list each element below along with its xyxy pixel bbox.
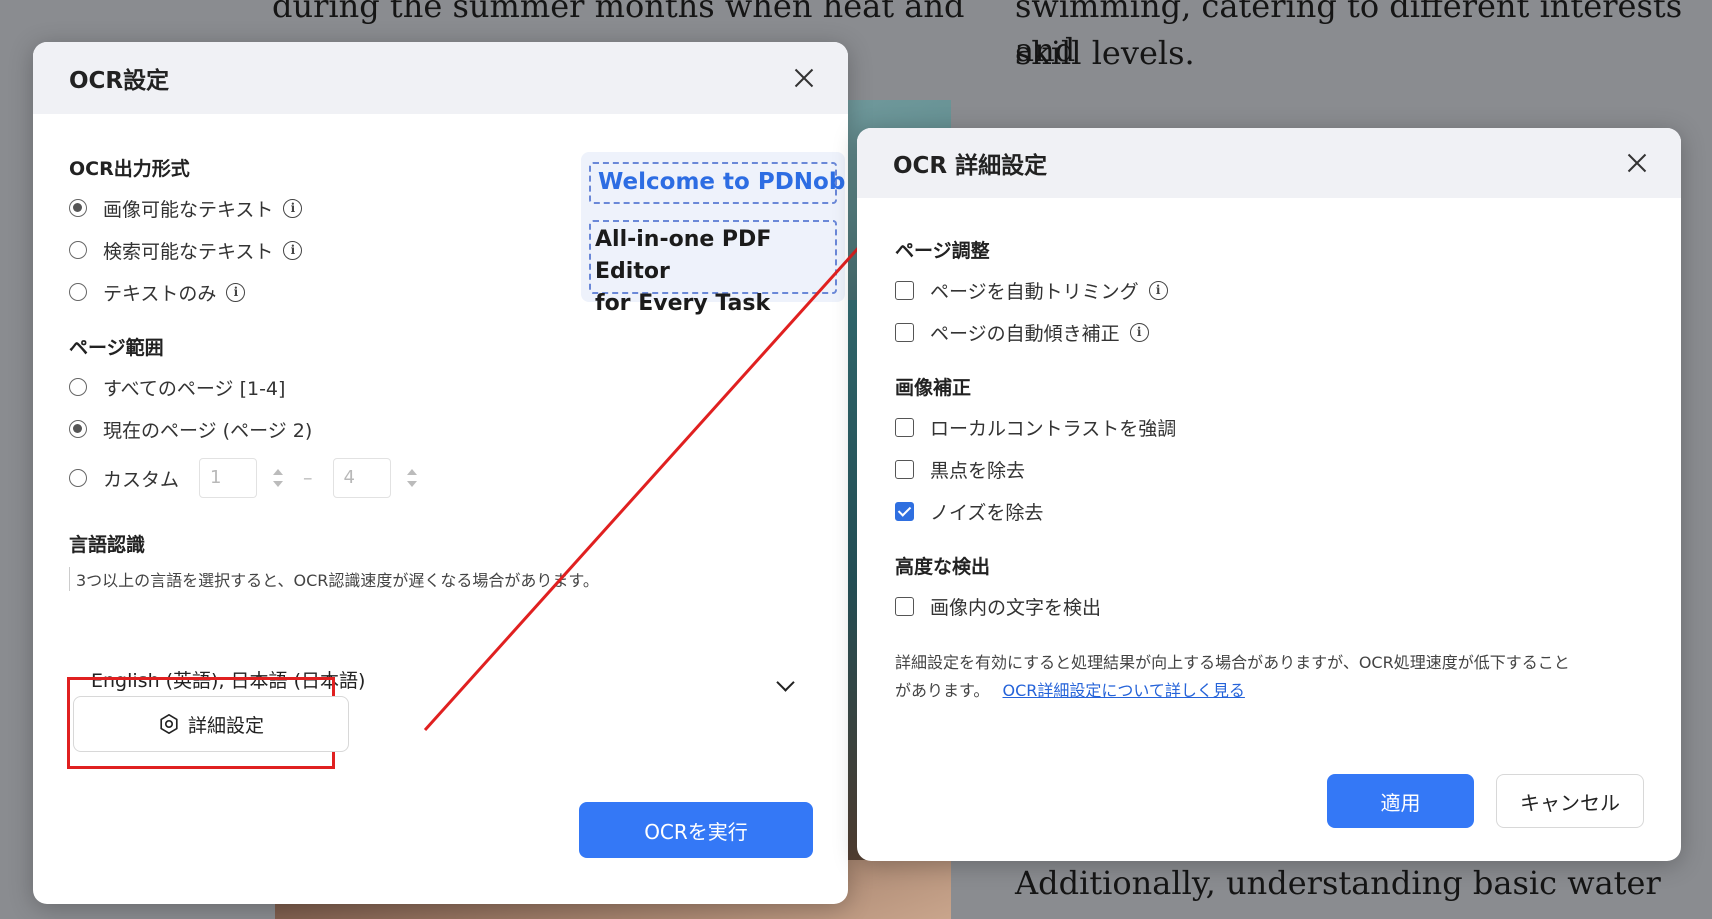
- section-title-page-range: ページ範囲: [69, 337, 164, 359]
- option-label: 黒点を除去: [930, 459, 1026, 482]
- info-icon[interactable]: i: [283, 240, 303, 260]
- dialog-title: OCR 詳細設定: [893, 153, 1048, 179]
- section-title-language: 言語認識: [69, 534, 146, 556]
- checkbox-detect-text-in-image[interactable]: 画像内の文字を検出: [895, 585, 1655, 627]
- close-icon[interactable]: [1623, 149, 1651, 177]
- radio-icon[interactable]: [69, 378, 87, 396]
- section-title-image-fix: 画像補正: [895, 377, 972, 399]
- checkbox-icon[interactable]: [895, 596, 914, 616]
- custom-from-input[interactable]: 1: [199, 458, 258, 498]
- checkbox-icon[interactable]: [895, 417, 914, 437]
- promo-welcome-box: Welcome to PDNob: [589, 162, 845, 204]
- ocr-settings-dialog: OCR設定 OCR出力形式 画像可能なテキスト i 検索可能なテキスト i テキ…: [33, 42, 848, 904]
- promo-tagline-2: for Every Task: [595, 291, 771, 316]
- info-icon[interactable]: i: [226, 282, 246, 302]
- option-label: ノイズを除去: [930, 501, 1044, 524]
- advanced-settings-button[interactable]: 詳細設定: [73, 696, 349, 752]
- run-ocr-label: OCRを実行: [644, 819, 748, 844]
- custom-to-stepper[interactable]: [406, 466, 417, 490]
- cancel-button[interactable]: キャンセル: [1496, 774, 1644, 828]
- option-label: カスタム: [103, 468, 180, 491]
- checkbox-remove-noise[interactable]: ノイズを除去: [895, 490, 1655, 532]
- ocr-advanced-dialog: OCR 詳細設定 ページ調整 ページを自動トリミング i ページの自動傾き補正 …: [857, 128, 1681, 861]
- option-label: ローカルコントラストを強調: [930, 417, 1177, 440]
- advanced-note: 詳細設定を有効にすると処理結果が向上する場合がありますが、OCR処理速度が低下す…: [895, 649, 1655, 705]
- option-label: ページの自動傾き補正: [930, 322, 1120, 345]
- language-note: 3つ以上の言語を選択すると、OCR認識速度が遅くなる場合があります。: [69, 567, 756, 591]
- learn-more-link[interactable]: OCR詳細設定について詳しく見る: [1003, 681, 1245, 700]
- checkbox-icon[interactable]: [895, 459, 914, 479]
- checkbox-local-contrast[interactable]: ローカルコントラストを強調: [895, 406, 1655, 448]
- option-label: 画像内の文字を検出: [930, 596, 1102, 619]
- section-title-page-adjust: ページ調整: [895, 240, 990, 262]
- info-icon[interactable]: i: [283, 198, 303, 218]
- gear-icon: [160, 714, 178, 734]
- radio-option-current-page[interactable]: 現在のページ (ページ 2): [69, 408, 549, 450]
- checkbox-remove-black-dots[interactable]: 黒点を除去: [895, 448, 1655, 490]
- info-icon[interactable]: i: [1129, 322, 1149, 342]
- radio-option-text-only[interactable]: テキストのみ i: [69, 271, 549, 313]
- info-icon[interactable]: i: [1148, 280, 1168, 300]
- section-title-advanced-detect: 高度な検出: [895, 556, 991, 578]
- advanced-note-line2: があります。: [895, 681, 990, 700]
- run-ocr-button[interactable]: OCRを実行: [579, 802, 813, 858]
- doc-text-line: during the summer months when heat and: [272, 0, 965, 25]
- promo-tagline-box: All-in-one PDF Editor for Every Task: [589, 220, 837, 316]
- option-label: すべてのページ [1-4]: [103, 377, 286, 400]
- promo-banner[interactable]: Welcome to PDNob All-in-one PDF Editor f…: [581, 152, 845, 316]
- checkbox-icon[interactable]: [895, 501, 914, 521]
- checkbox-icon[interactable]: [895, 280, 914, 300]
- radio-option-all-pages[interactable]: すべてのページ [1-4]: [69, 366, 549, 408]
- promo-tagline-1: All-in-one PDF Editor: [595, 227, 772, 284]
- doc-text-line: Additionally, understanding basic water: [1015, 864, 1661, 902]
- advanced-note-line1: 詳細設定を有効にすると処理結果が向上する場合がありますが、OCR処理速度が低下す…: [895, 653, 1570, 672]
- apply-button[interactable]: 適用: [1327, 774, 1474, 828]
- promo-welcome-text: Welcome to PDNob: [598, 169, 846, 195]
- radio-icon[interactable]: [69, 420, 87, 438]
- radio-icon[interactable]: [69, 199, 87, 217]
- apply-label: 適用: [1380, 790, 1421, 815]
- custom-to-input[interactable]: 4: [332, 458, 391, 498]
- dialog-header: OCR 詳細設定: [857, 128, 1681, 198]
- option-label: ページを自動トリミング: [930, 280, 1139, 303]
- custom-from-stepper[interactable]: [273, 466, 284, 490]
- radio-icon[interactable]: [69, 469, 87, 487]
- radio-icon[interactable]: [69, 241, 87, 259]
- option-label: 画像可能なテキスト: [103, 198, 274, 221]
- doc-text-line: skill levels.: [1015, 34, 1195, 72]
- advanced-note-line2-container: があります。 OCR詳細設定について詳しく見る: [895, 677, 1655, 705]
- dialog-title: OCR設定: [69, 68, 170, 94]
- radio-option-custom[interactable]: カスタム 1 – 4: [69, 450, 549, 506]
- cancel-label: キャンセル: [1520, 790, 1620, 815]
- advanced-settings-label: 詳細設定: [187, 714, 264, 737]
- close-icon[interactable]: [790, 64, 818, 92]
- radio-icon[interactable]: [69, 283, 87, 301]
- dialog-header: OCR設定: [33, 42, 848, 114]
- checkbox-auto-deskew[interactable]: ページの自動傾き補正 i: [895, 311, 1655, 353]
- radio-option-searchable-text[interactable]: 検索可能なテキスト i: [69, 229, 549, 271]
- checkbox-icon[interactable]: [895, 322, 914, 342]
- range-separator: –: [303, 467, 313, 489]
- option-label: テキストのみ: [103, 282, 217, 305]
- section-title-output-format: OCR出力形式: [69, 158, 190, 180]
- option-label: 現在のページ (ページ 2): [103, 419, 313, 442]
- checkbox-auto-trim[interactable]: ページを自動トリミング i: [895, 269, 1655, 311]
- option-label: 検索可能なテキスト: [103, 240, 274, 263]
- radio-option-image-text[interactable]: 画像可能なテキスト i: [69, 187, 549, 229]
